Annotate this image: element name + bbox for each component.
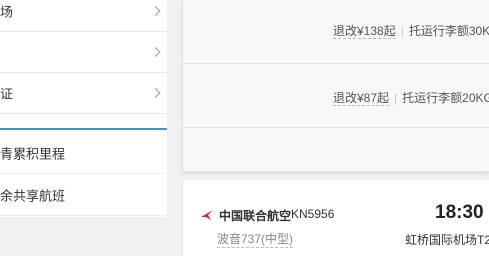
airline-name: 中国联合航空 [219,209,292,223]
refund-rule-link[interactable]: 退改¥87起 [333,91,390,106]
filter-airport[interactable]: 场 [0,0,167,32]
flight-card[interactable]: 中国联合航空 KN5956 波音737(中型) 18:30 虹桥国际机场T2 [182,180,489,256]
chevron-right-icon [150,6,161,16]
filter-certificate-label: 证 [0,86,14,102]
option-mileage-label: 青累积里程 [0,146,66,161]
filter-airport-label: 场 [0,4,14,20]
chevron-right-icon [150,47,161,57]
cabin-rules: 退改¥87起 | 托运行李额20KG [333,89,489,106]
rule-separator: | [394,91,398,105]
cabin-rules: 退改¥138起 | 托运行李额30KG [333,22,489,39]
rule-separator: | [400,24,404,38]
filter-certificate[interactable]: 证 [0,73,167,114]
cabin-option-row[interactable]: 退改¥87起 | 托运行李额20KG [183,64,489,128]
departure-time: 18:30 [435,202,484,223]
option-mileage[interactable]: 青累积里程 [0,132,167,174]
baggage-allowance: 托运行李额30KG [408,24,489,38]
refund-rule-link[interactable]: 退改¥138起 [333,24,396,39]
baggage-allowance: 托运行李额20KG [402,91,489,105]
filter-panel: 场 证 青累积里程 余共享航班 [0,0,167,217]
option-exclude-codeshare[interactable]: 余共享航班 [0,174,167,216]
china-united-airlines-logo-icon [201,210,213,220]
cabin-option-row[interactable]: 退改¥138起 | 托运行李额30KG [183,0,489,64]
chevron-right-icon [150,88,161,98]
aircraft-type-link[interactable]: 波音737(中型) [217,230,294,248]
departure-airport: 虹桥国际机场T2 [405,233,489,247]
section-divider [0,128,167,130]
flight-number: KN5956 [291,207,335,221]
filter-option[interactable] [0,32,167,73]
cabin-options-panel: 退改¥138起 | 托运行李额30KG 退改¥87起 | 托运行李额20KG [182,0,489,172]
option-codeshare-label: 余共享航班 [0,188,66,203]
